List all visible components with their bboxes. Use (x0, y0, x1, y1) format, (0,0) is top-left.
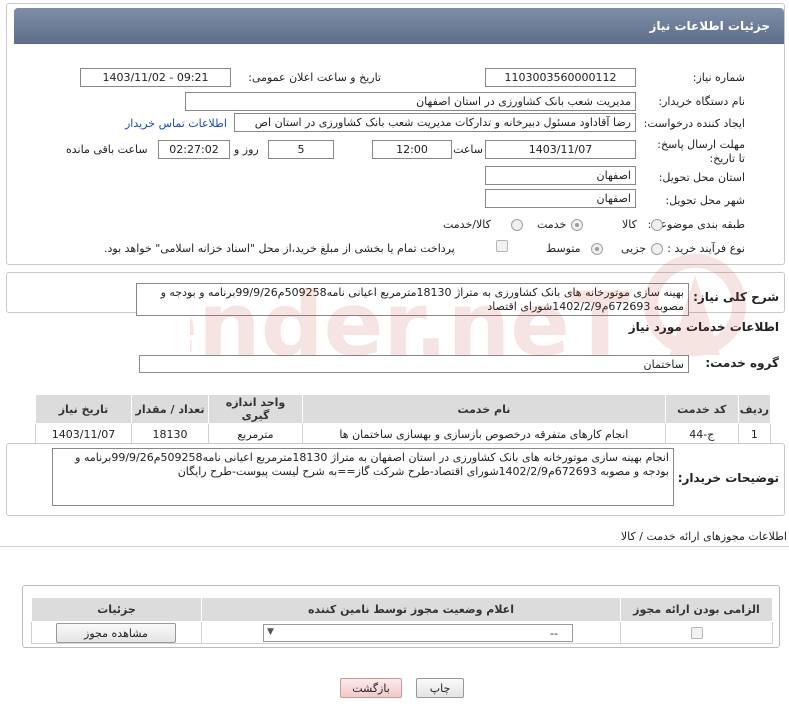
permit-status-select[interactable]: ▼ -- (263, 624, 573, 642)
service-group-label: گروه خدمت: (705, 356, 779, 370)
col-date: تاریخ نیاز (35, 394, 132, 424)
category-both-label: کالا/خدمت (443, 218, 491, 231)
process-medium-label: متوسط (546, 242, 581, 255)
back-button[interactable]: بازگشت (340, 678, 402, 698)
need-number-field[interactable]: 1103003560000112 (485, 68, 636, 87)
buyer-notes-label: توضیحات خریدار: (677, 471, 779, 485)
col-qty: تعداد / مقدار (131, 394, 209, 424)
category-goods-radio[interactable] (651, 219, 663, 231)
category-service-label: خدمت (537, 218, 567, 231)
print-button[interactable]: چاپ (416, 678, 464, 698)
col-permit-status: اعلام وضعیت مجوز توسط نامین کننده (201, 597, 621, 622)
days-field[interactable]: 5 (268, 140, 334, 159)
category-service-radio[interactable] (571, 219, 583, 231)
permit-status-value: -- (550, 627, 558, 640)
summary-label: شرح کلی نیاز: (693, 290, 779, 304)
remaining-time-field[interactable]: 02:27:02 (158, 140, 230, 159)
days-label: روز و (234, 143, 259, 156)
process-minor-radio[interactable] (651, 243, 663, 255)
permits-divider (0, 546, 789, 547)
province-field[interactable]: اصفهان (485, 166, 636, 185)
col-code: کد خدمت (664, 394, 739, 424)
col-name: نام خدمت (302, 394, 666, 424)
col-row: ردیف (737, 394, 772, 424)
buyer-notes-textarea[interactable]: انجام بهینه سازی موتورخانه های بانک کشاو… (52, 448, 674, 506)
process-minor-label: جزیی (621, 242, 647, 255)
col-permit-details: جزئیات (31, 597, 202, 622)
permits-title: اطلاعات مجوزهای ارائه خدمت / کالا (620, 530, 787, 543)
deadline-date-field[interactable]: 1403/11/07 (485, 140, 636, 159)
summary-textarea[interactable]: بهینه سازی موتورخانه های بانک کشاورزی به… (136, 283, 689, 316)
province-label: استان محل تحویل: (658, 171, 745, 184)
requester-label: ایجاد کننده درخواست: (643, 117, 745, 130)
need-number-label: شماره نیاز: (692, 71, 745, 84)
process-medium-radio[interactable] (591, 243, 603, 255)
remaining-label: ساعت باقی مانده (66, 143, 148, 156)
col-permit-required: الزامی بودن ارائه مجوز (620, 597, 773, 622)
buyer-org-field[interactable]: مدیریت شعب بانک کشاورزی در استان اصفهان (185, 92, 636, 111)
service-group-field[interactable]: ساختمان (139, 355, 689, 373)
payment-note: پرداخت تمام یا بخشی از مبلغ خرید،از محل … (104, 242, 455, 255)
city-label: شهر محل تحویل: (665, 194, 745, 207)
chevron-down-icon: ▼ (267, 627, 274, 637)
contact-buyer-link[interactable]: اطلاعات تماس خریدار (125, 117, 227, 130)
announce-field[interactable]: 1403/11/02 - 09:21 (80, 68, 231, 87)
services-table: ردیف کد خدمت نام خدمت واحد اندازه گیری ت… (35, 394, 772, 446)
treasury-checkbox[interactable] (496, 240, 508, 252)
col-unit: واحد اندازه گیری (208, 394, 303, 424)
time-label: ساعت (453, 143, 483, 156)
category-both-radio[interactable] (511, 219, 523, 231)
deadline-time-field[interactable]: 12:00 (372, 140, 452, 159)
page-title: جزئیات اطلاعات نیاز (14, 8, 784, 44)
category-goods-label: کالا (622, 218, 637, 231)
city-field[interactable]: اصفهان (485, 189, 636, 208)
deadline-label: مهلت ارسال پاسخ: تا تاریخ: (657, 138, 745, 165)
requester-field[interactable]: رضا آقاداود مسئول دبیرخانه و تدارکات مدی… (234, 113, 636, 132)
process-label: نوع فرآیند خرید : (667, 242, 745, 255)
announce-label: تاریخ و ساعت اعلان عمومی: (248, 71, 381, 84)
permit-required-checkbox[interactable] (690, 627, 703, 639)
view-permit-button[interactable]: مشاهده مجوز (56, 623, 176, 643)
buyer-org-label: نام دستگاه خریدار: (658, 95, 745, 108)
services-title: اطلاعات خدمات مورد نیاز (628, 320, 779, 334)
